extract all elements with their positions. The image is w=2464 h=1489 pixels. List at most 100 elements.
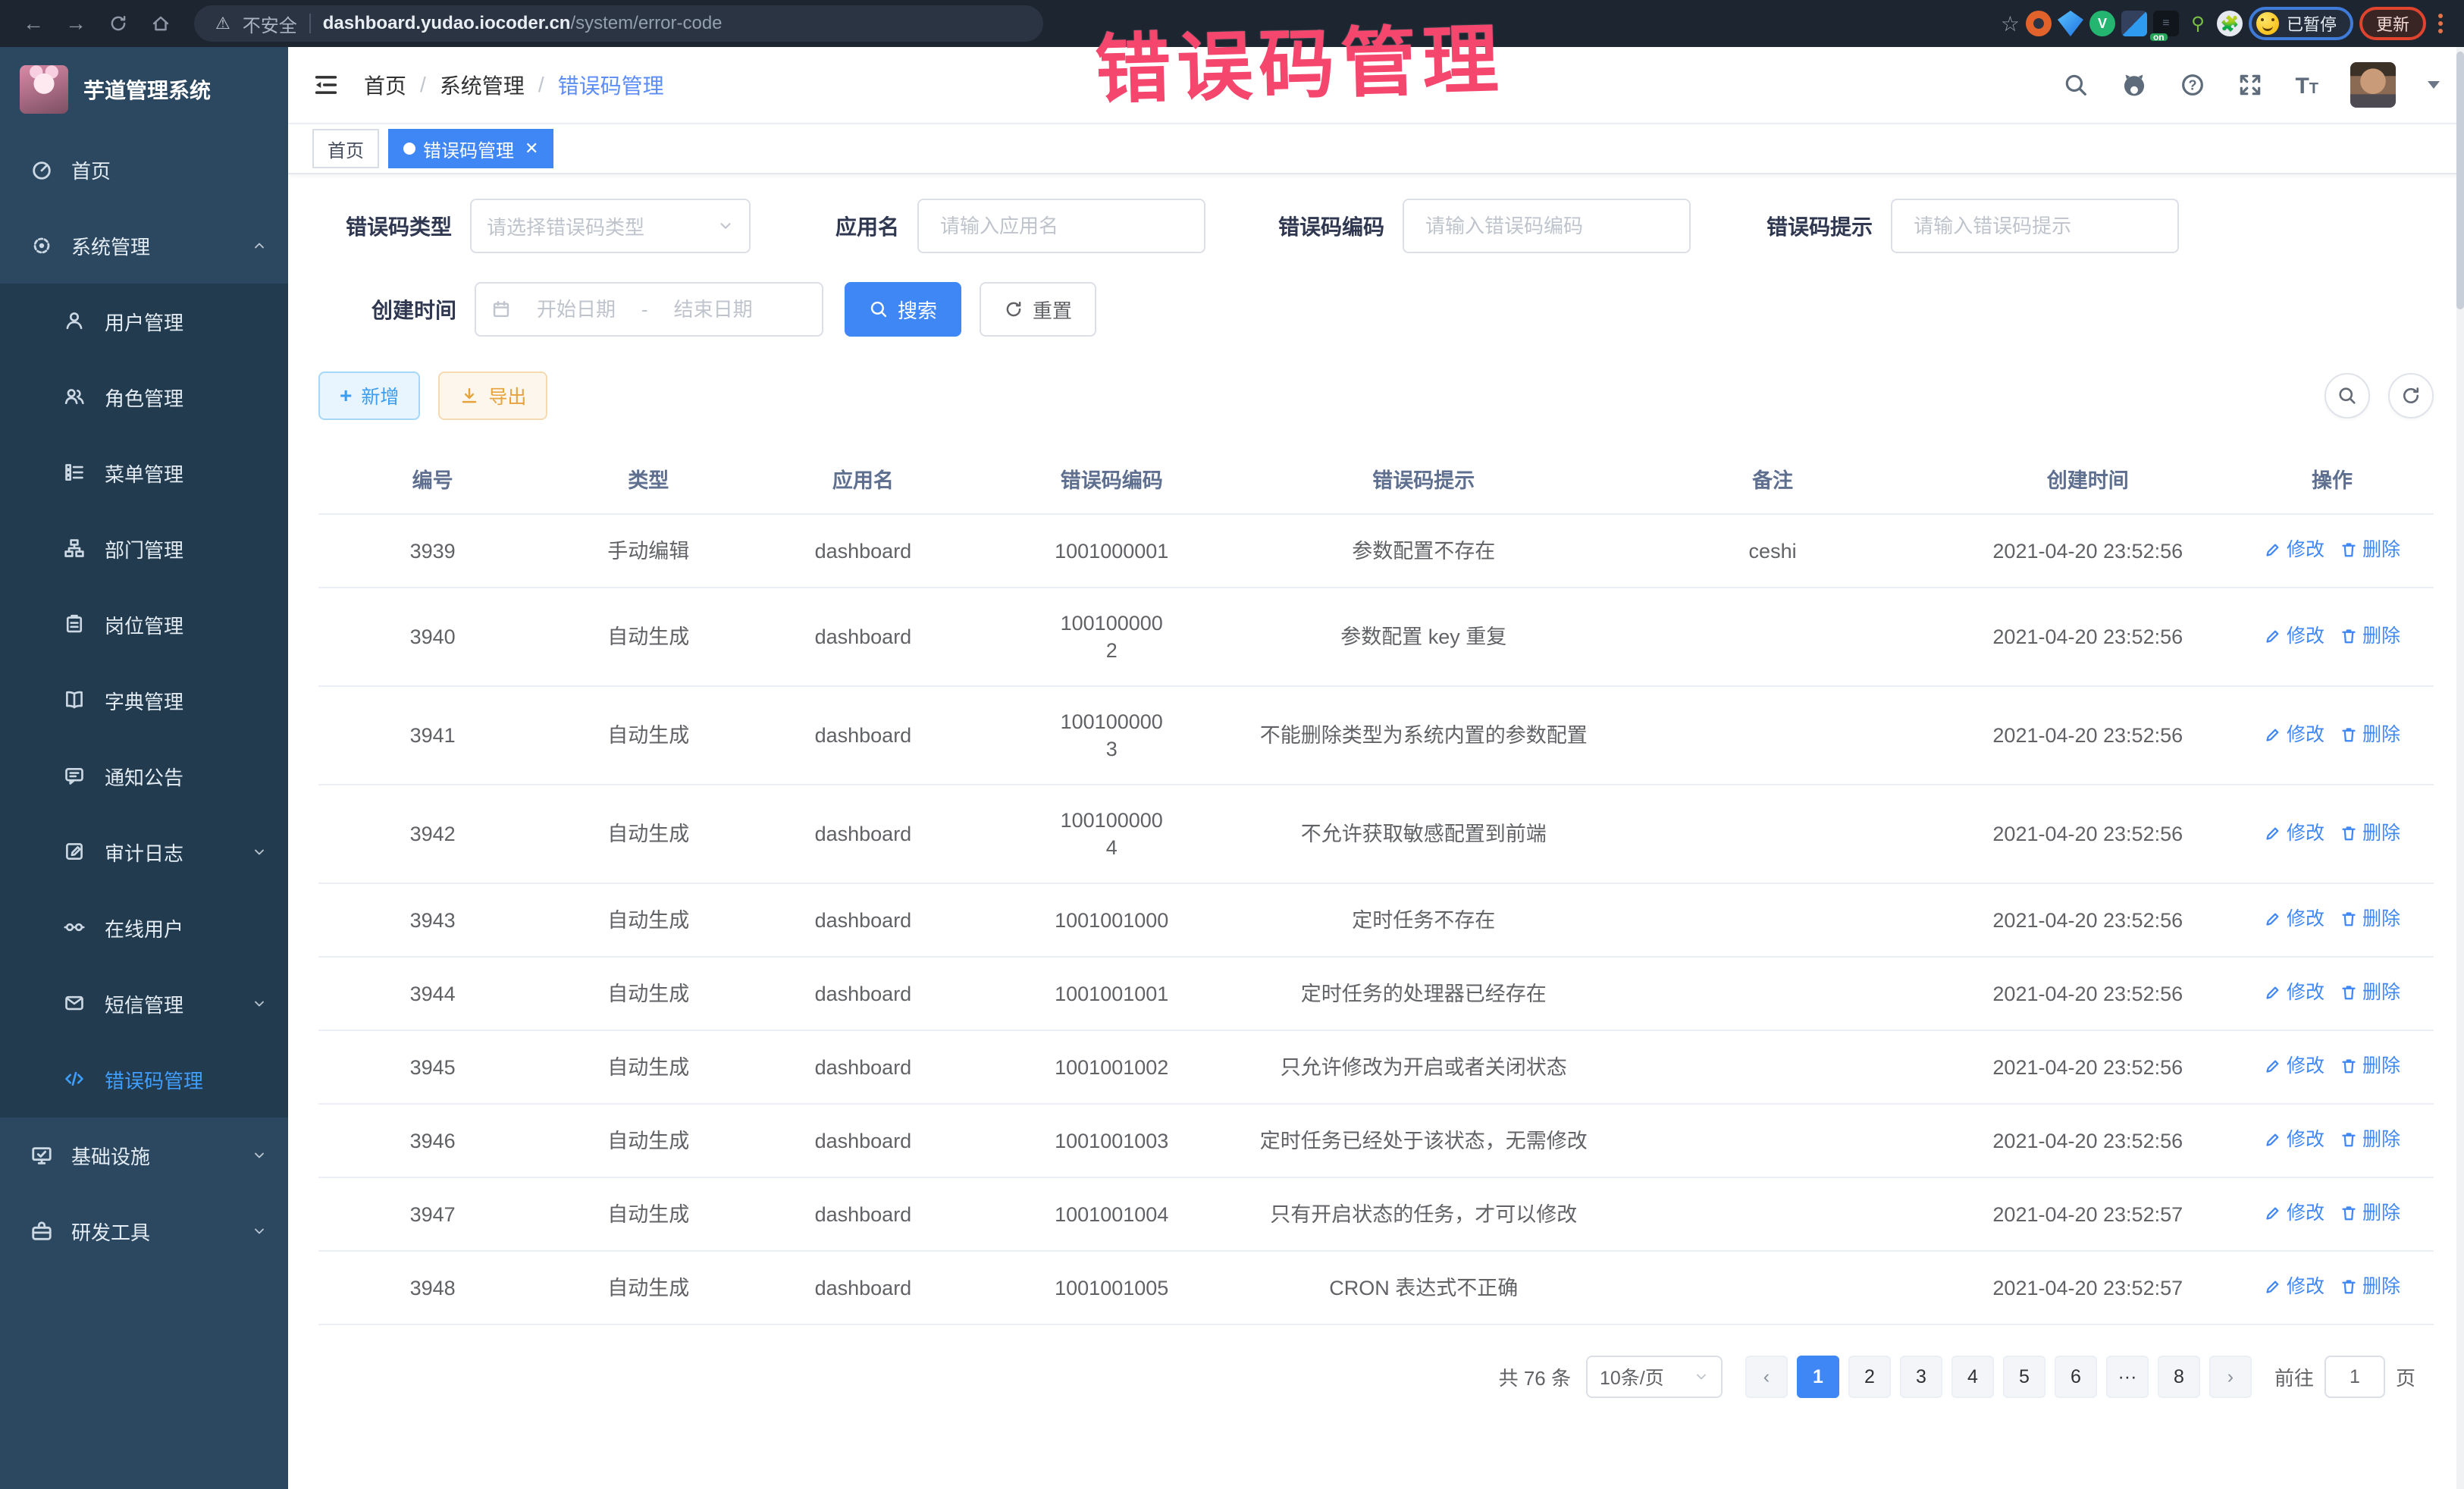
help-icon[interactable]: ? [2180, 72, 2205, 98]
browser-home-icon[interactable] [143, 5, 179, 42]
extension-orange-icon[interactable] [2026, 11, 2052, 36]
browser-reload-icon[interactable] [100, 5, 136, 42]
avatar[interactable] [2350, 62, 2396, 108]
errorcode-hint-field[interactable] [1891, 199, 2179, 253]
page-button-2[interactable]: 2 [1848, 1356, 1891, 1398]
sidebar-item-roles[interactable]: 角色管理 [0, 359, 288, 435]
add-button[interactable]: + 新增 [318, 371, 420, 420]
table-row[interactable]: 3945 自动生成 dashboard 1001001002 只允许修改为开启或… [318, 1030, 2434, 1104]
edit-link[interactable]: 修改 [2264, 1052, 2324, 1080]
errorcode-type-select[interactable]: 请选择错误码类型 [470, 199, 751, 253]
start-date-input[interactable] [520, 296, 632, 323]
sidebar-item-devtools[interactable]: 研发工具 [0, 1193, 288, 1269]
tag-errorcode[interactable]: 错误码管理 ✕ [388, 129, 553, 168]
page-button-1[interactable]: 1 [1797, 1356, 1839, 1398]
table-row[interactable]: 3940 自动生成 dashboard 100100000 2 参数配置 key… [318, 588, 2434, 686]
hamburger-icon[interactable] [312, 71, 340, 99]
reset-button[interactable]: 重置 [980, 282, 1096, 337]
sidebar-item-posts[interactable]: 岗位管理 [0, 587, 288, 663]
app-name-field[interactable] [917, 199, 1205, 253]
edit-link[interactable]: 修改 [2264, 1126, 2324, 1153]
browser-update-button[interactable]: 更新 [2359, 7, 2426, 40]
sidebar-item-system[interactable]: 系统管理 [0, 208, 288, 284]
scrollbar[interactable] [2456, 47, 2464, 1489]
edit-link[interactable]: 修改 [2264, 1273, 2324, 1300]
delete-link[interactable]: 删除 [2340, 1052, 2400, 1080]
delete-link[interactable]: 删除 [2340, 820, 2400, 847]
sidebar-item-sms[interactable]: 短信管理 [0, 966, 288, 1042]
table-row[interactable]: 3942 自动生成 dashboard 100100000 4 不允许获取敏感配… [318, 785, 2434, 883]
table-row[interactable]: 3944 自动生成 dashboard 1001001001 定时任务的处理器已… [318, 957, 2434, 1030]
errorcode-code-field[interactable] [1403, 199, 1691, 253]
sidebar-item-errorcode[interactable]: 错误码管理 [0, 1042, 288, 1118]
delete-link[interactable]: 删除 [2340, 905, 2400, 933]
sidebar-item-depts[interactable]: 部门管理 [0, 511, 288, 587]
table-row[interactable]: 3947 自动生成 dashboard 1001001004 只有开启状态的任务… [318, 1177, 2434, 1251]
delete-link[interactable]: 删除 [2340, 536, 2400, 563]
page-button-6[interactable]: 6 [2055, 1356, 2097, 1398]
page-button-3[interactable]: 3 [1900, 1356, 1942, 1398]
edit-link[interactable]: 修改 [2264, 905, 2324, 933]
goto-page-input[interactable] [2326, 1365, 2384, 1390]
edit-link[interactable]: 修改 [2264, 536, 2324, 563]
table-row[interactable]: 3946 自动生成 dashboard 1001001003 定时任务已经处于该… [318, 1104, 2434, 1177]
delete-link[interactable]: 删除 [2340, 1273, 2400, 1300]
browser-forward-icon[interactable]: → [58, 5, 94, 42]
extension-gem-icon[interactable] [2058, 11, 2083, 36]
delete-link[interactable]: 删除 [2340, 1126, 2400, 1153]
sidebar-item-notice[interactable]: 通知公告 [0, 738, 288, 814]
export-button[interactable]: 导出 [438, 371, 547, 420]
sidebar-item-online[interactable]: 在线用户 [0, 890, 288, 966]
sidebar-item-menus[interactable]: 菜单管理 [0, 435, 288, 511]
page-button-5[interactable]: 5 [2003, 1356, 2045, 1398]
sidebar-item-auditlog[interactable]: 审计日志 [0, 814, 288, 890]
page-size-select[interactable]: 10条/页 [1586, 1356, 1723, 1398]
refresh-table-button[interactable] [2388, 373, 2434, 418]
breadcrumb-system[interactable]: 系统管理 [440, 70, 525, 100]
goto-input-field[interactable] [2324, 1356, 2385, 1398]
page-button-4[interactable]: 4 [1951, 1356, 1994, 1398]
breadcrumb-home[interactable]: 首页 [364, 70, 406, 100]
extension-grid-icon[interactable] [2121, 11, 2147, 36]
extension-key-icon[interactable]: ⚲ [2185, 11, 2211, 36]
close-icon[interactable]: ✕ [525, 139, 538, 158]
errorcode-code-input[interactable] [1422, 213, 1671, 240]
more-pages-button[interactable]: ··· [2106, 1356, 2149, 1398]
edit-link[interactable]: 修改 [2264, 1199, 2324, 1227]
date-range-picker[interactable]: - [475, 282, 823, 337]
delete-link[interactable]: 删除 [2340, 622, 2400, 650]
edit-link[interactable]: 修改 [2264, 721, 2324, 748]
scrollbar-thumb[interactable] [2456, 52, 2464, 309]
bookmark-star-icon[interactable]: ☆ [2001, 11, 2020, 36]
table-row[interactable]: 3948 自动生成 dashboard 1001001005 CRON 表达式不… [318, 1251, 2434, 1324]
end-date-input[interactable] [657, 296, 770, 323]
prev-page-button[interactable]: ‹ [1745, 1356, 1788, 1398]
font-size-icon[interactable]: TT [2295, 73, 2318, 98]
tampermonkey-icon[interactable]: ≡on [2153, 11, 2179, 36]
app-name-input[interactable] [937, 213, 1186, 240]
sidebar-item-home[interactable]: 首页 [0, 132, 288, 208]
edit-link[interactable]: 修改 [2264, 979, 2324, 1006]
address-bar[interactable]: ⚠ 不安全 dashboard.yudao.iocoder.cn/system/… [194, 5, 1043, 42]
edit-link[interactable]: 修改 [2264, 820, 2324, 847]
sidebar-item-infra[interactable]: 基础设施 [0, 1118, 288, 1193]
search-icon[interactable] [2063, 72, 2089, 98]
browser-menu-dots-icon[interactable] [2438, 14, 2443, 33]
delete-link[interactable]: 删除 [2340, 1199, 2400, 1227]
sidebar-item-dict[interactable]: 字典管理 [0, 663, 288, 738]
table-row[interactable]: 3939 手动编辑 dashboard 1001000001 参数配置不存在 c… [318, 514, 2434, 588]
browser-back-icon[interactable]: ← [15, 5, 52, 42]
page-button-8[interactable]: 8 [2158, 1356, 2200, 1398]
next-page-button[interactable]: › [2209, 1356, 2252, 1398]
tag-home[interactable]: 首页 [312, 129, 379, 168]
extensions-puzzle-icon[interactable]: 🧩 [2217, 11, 2243, 36]
table-row[interactable]: 3941 自动生成 dashboard 100100000 3 不能删除类型为系… [318, 686, 2434, 785]
search-button[interactable]: 搜索 [845, 282, 961, 337]
edit-link[interactable]: 修改 [2264, 622, 2324, 650]
errorcode-hint-input[interactable] [1911, 213, 2159, 240]
vue-devtools-icon[interactable]: V [2089, 11, 2115, 36]
toggle-search-button[interactable] [2324, 373, 2370, 418]
chevron-down-icon[interactable] [2428, 81, 2440, 89]
sidebar-logo[interactable]: 芋道管理系统 [0, 47, 288, 132]
delete-link[interactable]: 删除 [2340, 979, 2400, 1006]
